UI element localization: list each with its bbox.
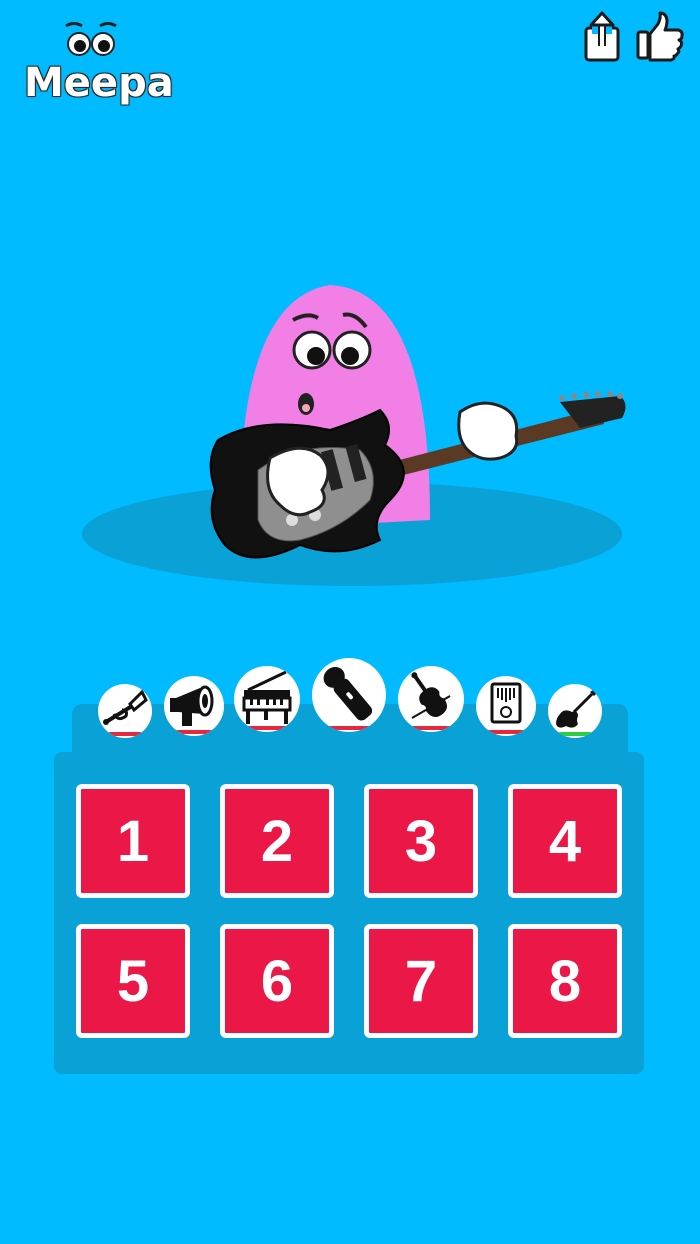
pad-6[interactable]: 6 (220, 924, 334, 1038)
pad-3[interactable]: 3 (364, 784, 478, 898)
tab-indicator-selected (557, 732, 593, 736)
logo-text: Meepa (24, 60, 174, 106)
pad-5[interactable]: 5 (76, 924, 190, 1038)
pad-1[interactable]: 1 (76, 784, 190, 898)
share-button[interactable] (582, 10, 626, 64)
like-button[interactable] (636, 10, 684, 64)
kalimba-icon (490, 682, 522, 724)
tab-indicator (409, 726, 453, 730)
pad-2[interactable]: 2 (220, 784, 334, 898)
trumpet-icon (103, 689, 148, 725)
share-icon (584, 11, 620, 62)
tab-indicator (325, 726, 373, 730)
tab-electric-guitar[interactable] (548, 684, 602, 738)
character-stage (82, 285, 626, 586)
tab-indicator (174, 730, 214, 734)
thumbs-up-icon (636, 11, 684, 62)
megaphone-icon (170, 685, 214, 726)
electric-guitar-icon (556, 688, 598, 728)
piano-icon (242, 670, 292, 724)
tab-indicator (245, 726, 289, 730)
tab-kalimba[interactable] (476, 676, 536, 736)
tab-megaphone[interactable] (164, 676, 224, 736)
pad-4[interactable]: 4 (508, 784, 622, 898)
pad-7[interactable]: 7 (364, 924, 478, 1038)
tab-microphone[interactable] (312, 658, 386, 732)
microphone-icon (323, 666, 373, 721)
violin-icon (411, 672, 451, 719)
tab-piano[interactable] (234, 666, 300, 732)
tab-trumpet[interactable] (98, 684, 152, 738)
app-logo: Meepa (18, 18, 178, 118)
pad-8[interactable]: 8 (508, 924, 622, 1038)
tab-indicator (107, 732, 143, 736)
tab-violin[interactable] (398, 666, 464, 732)
tab-indicator (486, 730, 526, 734)
